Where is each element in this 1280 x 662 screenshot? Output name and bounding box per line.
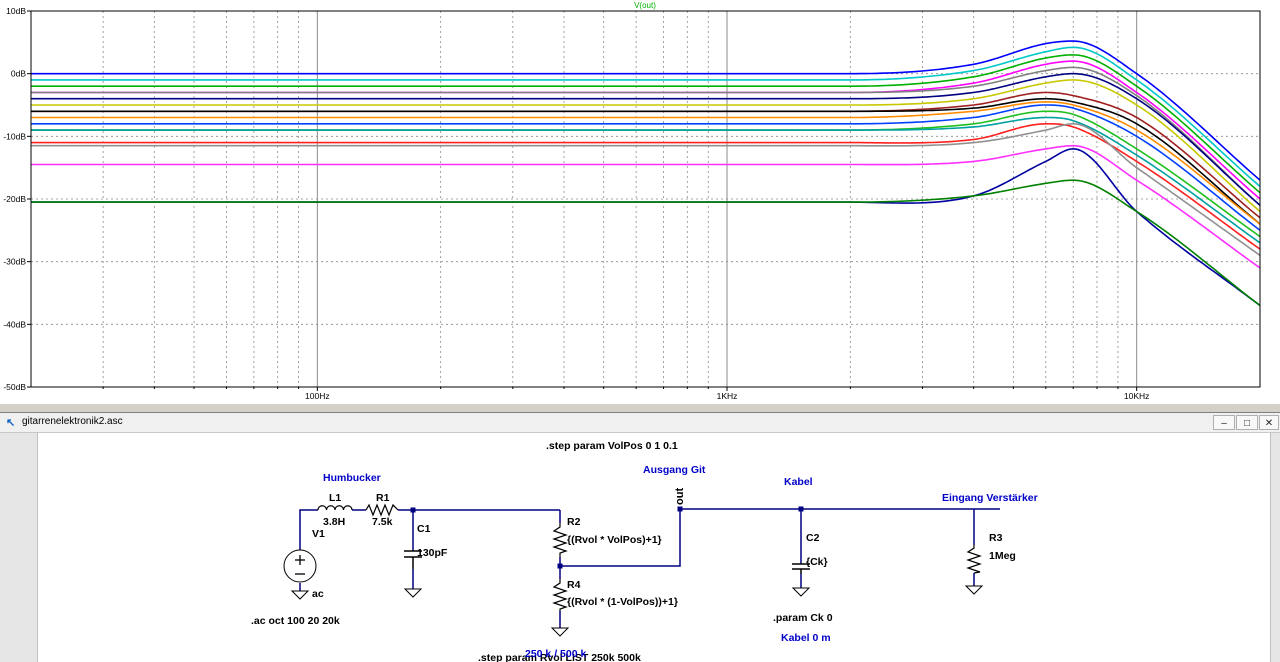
pane-splitter[interactable] [0, 403, 1280, 413]
resistor-r3[interactable] [966, 545, 982, 574]
waveform-plot[interactable]: 10dB 0dB -10dB -20dB -30dB -40dB -50dB 100Hz 1KH… [0, 0, 1280, 403]
y-tick-label-0: 10dB [6, 6, 26, 16]
r4-value: {(Rvol * (1-VolPos))+1} [567, 596, 678, 608]
x-tick-label-0: 100Hz [305, 391, 330, 401]
trace-series-16[interactable] [31, 148, 1261, 307]
schematic-titlebar[interactable]: ↖ gitarrenelektronik2.asc – □ ✕ [0, 413, 1280, 433]
comment-ausgang-git: Ausgang Git [643, 464, 706, 476]
plot-ticks: 10dB 0dB -10dB -20dB -30dB -40dB -50dB 100Hz 1KH… [3, 6, 1149, 401]
c1-name: C1 [417, 523, 431, 535]
comment-humbucker: Humbucker [323, 472, 381, 484]
maximize-button[interactable]: □ [1236, 415, 1258, 430]
v1-value: ac [312, 588, 324, 600]
r4-name: R4 [567, 579, 581, 591]
trace-series-5[interactable] [31, 72, 1261, 206]
y-tick-label-2: -10dB [3, 131, 26, 141]
close-button[interactable]: ✕ [1259, 415, 1279, 430]
minimize-button[interactable]: – [1213, 415, 1235, 430]
plot-traces[interactable] [31, 40, 1261, 307]
r1-name: R1 [376, 492, 390, 504]
r3-value: 1Meg [989, 550, 1016, 562]
r3-name: R3 [989, 532, 1003, 544]
directive-param-ck: .param Ck 0 [773, 612, 833, 624]
schematic-canvas[interactable]: out L1 3.8H R1 7.5k C1 130pF V1 ac R2 {(… [0, 433, 1280, 662]
directive-ac: .ac oct 100 20 20k [251, 615, 340, 627]
comment-rvol-values[interactable]: 250 k / 500 k [525, 648, 586, 660]
trace-series-15[interactable] [31, 144, 1261, 269]
resistor-r2[interactable] [552, 523, 568, 557]
waveform-plot-pane[interactable]: 10dB 0dB -10dB -20dB -30dB -40dB -50dB 100Hz 1KH… [0, 0, 1280, 403]
resistor-r1[interactable] [365, 503, 399, 517]
schematic-window-title: gitarrenelektronik2.asc [22, 416, 123, 427]
schematic-wires[interactable] [299, 508, 1000, 628]
ltspice-app-icon: ↖ [6, 417, 16, 429]
net-label-out[interactable]: out [674, 488, 686, 505]
v1-name: V1 [312, 528, 325, 540]
trace-series-17[interactable] [31, 179, 1261, 307]
trace-series-4[interactable] [31, 66, 1261, 206]
comment-eingang-verstaerker: Eingang Verstärker [942, 492, 1038, 504]
ground-symbols [290, 585, 984, 637]
c2-name: C2 [806, 532, 820, 544]
y-tick-label-3: -20dB [3, 194, 26, 204]
r2-name: R2 [567, 516, 581, 528]
x-tick-label-2: 10KHz [1124, 391, 1150, 401]
y-tick-label-5: -40dB [3, 319, 26, 329]
l1-value: 3.8H [323, 516, 345, 528]
r1-value: 7.5k [372, 516, 393, 528]
trace-series-9[interactable] [31, 101, 1261, 225]
c1-value: 130pF [417, 547, 448, 559]
c2-value: {Ck} [806, 556, 828, 568]
directive-step-volpos: .step param VolPos 0 1 0.1 [546, 440, 678, 452]
inductor-l1[interactable] [317, 505, 353, 511]
comment-kabel-length: Kabel 0 m [781, 632, 831, 644]
y-tick-label-6: -50dB [3, 382, 26, 392]
r2-value: {(Rvol * VolPos)+1} [567, 534, 662, 546]
y-tick-label-4: -30dB [3, 257, 26, 267]
comment-kabel: Kabel [784, 476, 813, 488]
trace-label-vout[interactable]: V(out) [634, 1, 656, 10]
l1-name: L1 [329, 492, 341, 504]
schematic-window[interactable]: ↖ gitarrenelektronik2.asc – □ ✕ out L1 3… [0, 413, 1280, 662]
x-tick-label-1: 1KHz [717, 391, 738, 401]
trace-series-13[interactable] [31, 123, 1261, 250]
voltage-source-v1[interactable] [283, 549, 317, 583]
y-tick-label-1: 0dB [11, 69, 26, 79]
resistor-r4[interactable] [552, 579, 568, 611]
trace-series-14[interactable] [31, 123, 1261, 257]
